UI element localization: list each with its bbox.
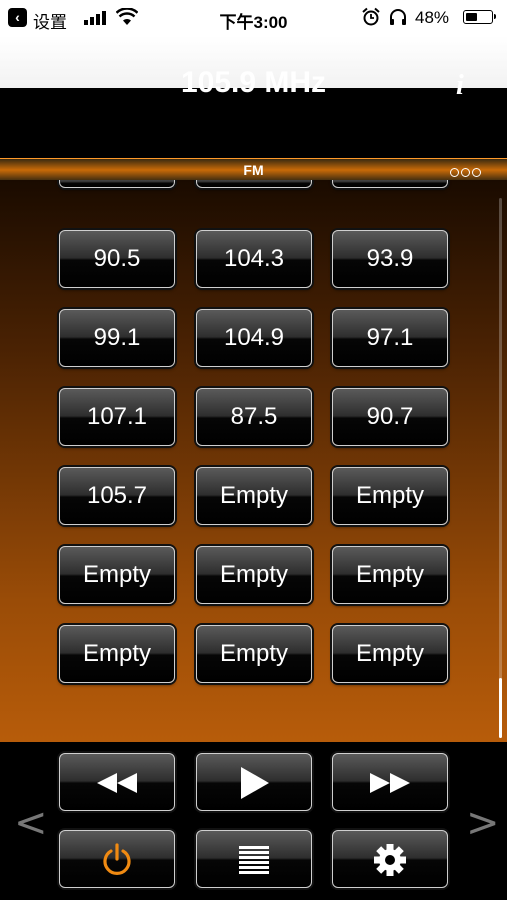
preset-button[interactable]: Empty: [196, 625, 312, 683]
preset-button-partial[interactable]: [332, 180, 448, 188]
preset-button[interactable]: 90.7: [332, 388, 448, 446]
preset-button[interactable]: 93.9: [332, 230, 448, 288]
status-bar: ‹ 设置 下午3:00 48%: [0, 0, 507, 36]
settings-button[interactable]: [332, 830, 448, 888]
play-button[interactable]: [196, 753, 312, 811]
band-label: FM: [243, 162, 264, 178]
preset-button[interactable]: 107.1: [59, 388, 175, 446]
settings-gear-icon: [374, 843, 406, 876]
preset-button[interactable]: Empty: [332, 625, 448, 683]
preset-button-partial[interactable]: [59, 180, 175, 188]
preset-button[interactable]: Empty: [196, 546, 312, 604]
headphone-icon: [390, 9, 406, 25]
preset-button[interactable]: Empty: [332, 467, 448, 525]
preset-button[interactable]: 105.7: [59, 467, 175, 525]
preset-button[interactable]: 99.1: [59, 309, 175, 367]
preset-button[interactable]: Empty: [59, 625, 175, 683]
preset-list-button[interactable]: [196, 830, 312, 888]
preset-button[interactable]: 90.5: [59, 230, 175, 288]
fast-forward-button[interactable]: [332, 753, 448, 811]
next-page-arrow[interactable]: >: [466, 800, 500, 846]
rewind-button[interactable]: [59, 753, 175, 811]
preset-button[interactable]: Empty: [59, 546, 175, 604]
page-dot: [472, 168, 481, 177]
battery-icon: [463, 10, 496, 24]
preset-button[interactable]: 87.5: [196, 388, 312, 446]
info-button[interactable]: i: [456, 70, 476, 101]
preset-button[interactable]: 104.9: [196, 309, 312, 367]
scrollbar[interactable]: [499, 198, 502, 738]
preset-grid: 90.5 104.3 93.9 99.1 104.9 97.1 107.1 87.5 90.7 1…: [0, 180, 507, 742]
band-strip: FM: [0, 158, 507, 181]
fast-forward-icon: [370, 772, 410, 793]
preset-button[interactable]: Empty: [332, 546, 448, 604]
list-icon: [239, 845, 269, 874]
battery-percent: 48%: [415, 8, 450, 27]
page-dot: [461, 168, 470, 177]
power-icon: [103, 843, 131, 875]
previous-page-arrow[interactable]: <: [14, 800, 48, 846]
play-icon: [241, 766, 269, 799]
preset-button[interactable]: Empty: [196, 467, 312, 525]
alarm-icon: [362, 7, 380, 26]
rewind-icon: [97, 772, 137, 793]
page-dot: [450, 168, 459, 177]
current-frequency: 105.9 MHz: [180, 66, 327, 99]
preset-button[interactable]: 97.1: [332, 309, 448, 367]
preset-button[interactable]: 104.3: [196, 230, 312, 288]
preset-button-partial[interactable]: [196, 180, 312, 188]
power-button[interactable]: [59, 830, 175, 888]
